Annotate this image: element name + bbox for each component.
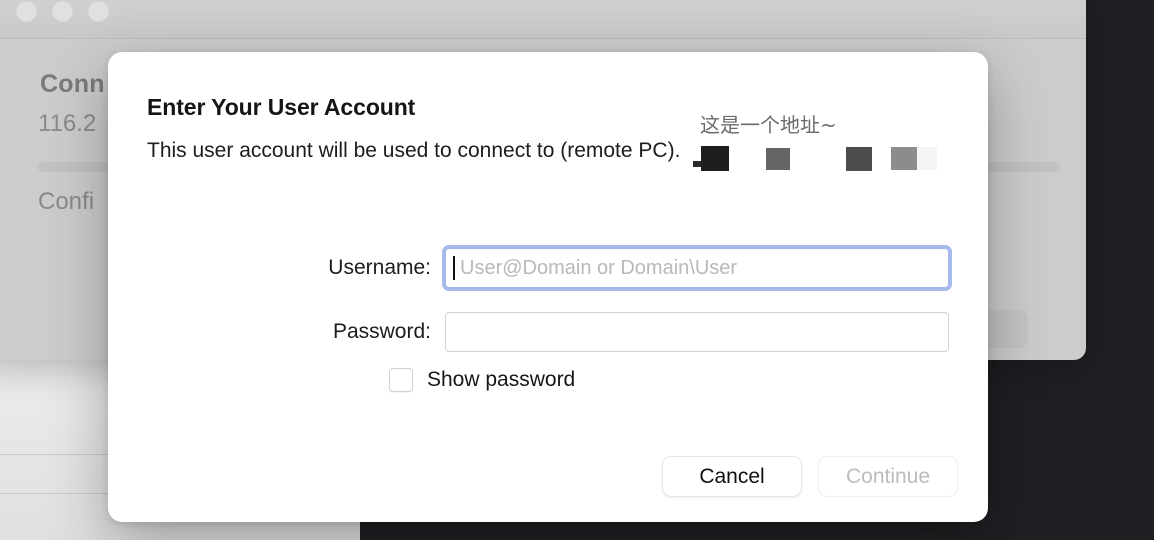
background-status-text: Confi	[38, 188, 95, 215]
redaction-block	[846, 147, 872, 171]
dialog-body-text: This user account will be used to connec…	[147, 139, 681, 162]
username-input-wrap	[442, 245, 952, 291]
background-heading: Conn	[40, 70, 105, 98]
dialog-actions: Cancel Continue	[662, 456, 958, 497]
close-dot-icon[interactable]	[16, 1, 37, 22]
redaction-block	[701, 146, 729, 171]
screen: Conn 116.2 Confi cel Enter Your User Acc…	[0, 0, 1154, 540]
continue-button[interactable]: Continue	[818, 456, 958, 497]
redaction-block	[917, 147, 937, 170]
text-caret	[453, 256, 455, 280]
redacted-address	[693, 146, 937, 171]
redaction-block	[891, 147, 917, 170]
user-account-dialog: Enter Your User Account This user accoun…	[108, 52, 988, 522]
show-password-checkbox[interactable]	[389, 368, 413, 392]
background-titlebar	[0, 0, 1086, 39]
dialog-title: Enter Your User Account	[147, 94, 416, 120]
redaction-block	[766, 148, 790, 170]
show-password-label: Show password	[427, 368, 576, 391]
desktop-backdrop-bottom	[352, 520, 1154, 540]
address-annotation: 这是一个地址~	[700, 113, 837, 137]
password-input[interactable]	[445, 312, 949, 352]
username-label: Username:	[328, 256, 431, 279]
minimize-dot-icon[interactable]	[52, 1, 73, 22]
username-row: Username:	[147, 245, 952, 291]
background-subheading: 116.2	[38, 110, 97, 137]
password-input-wrap	[445, 312, 949, 352]
username-input[interactable]	[445, 248, 949, 288]
maximize-dot-icon[interactable]	[88, 1, 109, 22]
password-row: Password:	[147, 312, 949, 352]
traffic-light-group	[16, 1, 109, 22]
cancel-button[interactable]: Cancel	[662, 456, 802, 497]
redaction-block	[693, 161, 701, 167]
password-label: Password:	[332, 320, 431, 343]
show-password-row[interactable]: Show password	[389, 368, 575, 392]
